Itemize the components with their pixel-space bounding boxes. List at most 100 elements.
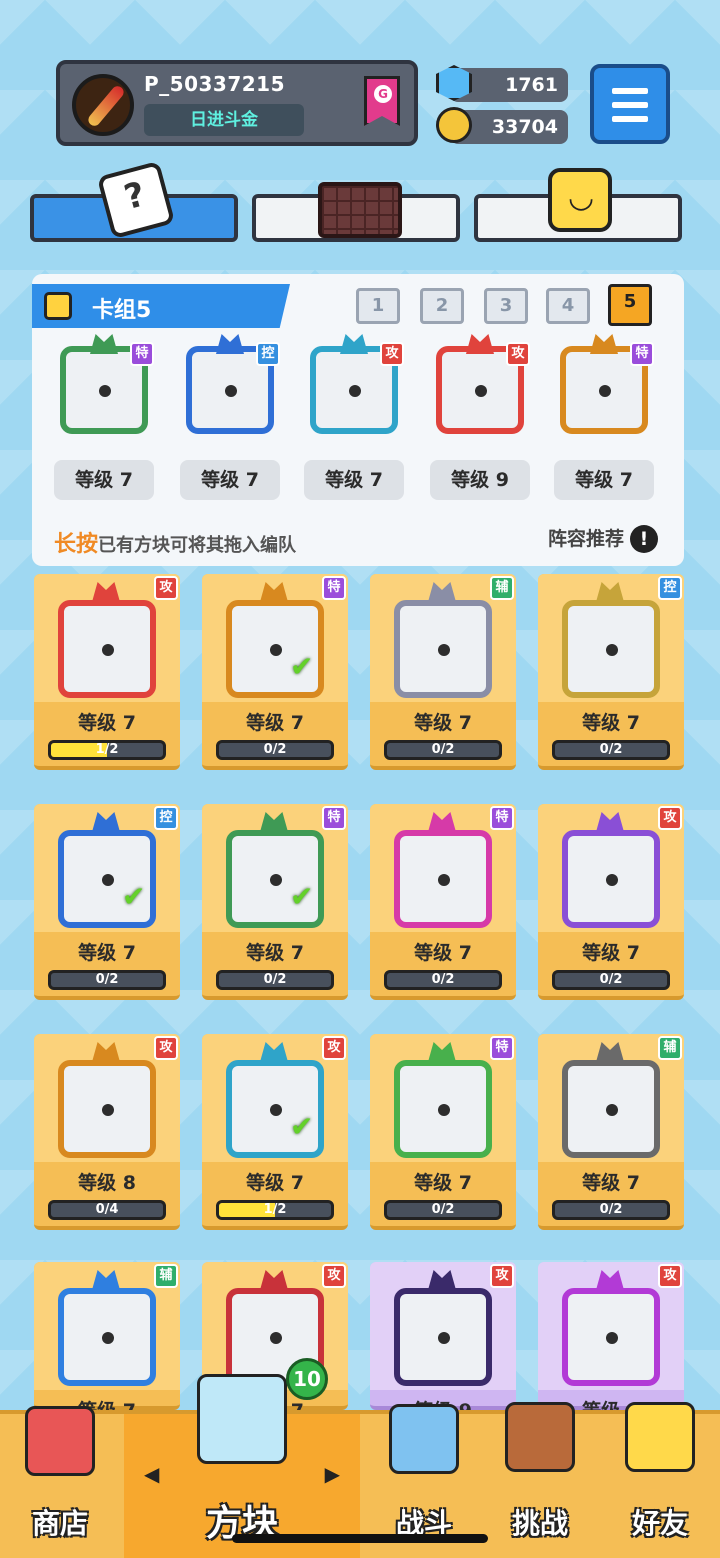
card-level: 等级 7 xyxy=(246,942,304,964)
lineup-recommend-button[interactable]: 阵容推荐! xyxy=(548,524,658,553)
upgrade-progress-bar: 0/2 xyxy=(48,970,166,990)
upgrade-progress-bar: 0/4 xyxy=(48,1200,166,1220)
dragon-crest-icon xyxy=(590,334,618,354)
block-frame-icon xyxy=(394,1288,492,1386)
type-tag: 攻 xyxy=(322,1264,346,1288)
avatar[interactable] xyxy=(72,74,134,136)
deck-slot-4[interactable]: 4 xyxy=(546,288,590,324)
deck-card[interactable]: 攻 xyxy=(304,334,404,438)
dragon-crest-icon xyxy=(216,334,244,354)
block-frame-icon xyxy=(394,1060,492,1158)
arrow-right-icon[interactable]: ▶ xyxy=(325,1462,340,1486)
collection-card[interactable]: 特等级 7 0/2 xyxy=(370,1034,516,1230)
upgrade-progress-bar: 0/2 xyxy=(384,1200,502,1220)
collection-card[interactable]: 控等级 7 0/2 xyxy=(538,574,684,770)
gem-amount: 1761 xyxy=(505,74,558,96)
type-tag: 特 xyxy=(322,806,346,830)
tab-board[interactable] xyxy=(252,182,460,242)
block-frame-icon xyxy=(58,1060,156,1158)
deck-card[interactable]: 特 xyxy=(54,334,154,438)
blocks-badge: 10 xyxy=(286,1358,328,1400)
type-tag: 攻 xyxy=(154,576,178,600)
progress-text: 0/2 xyxy=(431,972,455,987)
menu-button[interactable] xyxy=(590,64,670,144)
rank-badge-icon: G xyxy=(364,76,400,126)
coin-icon xyxy=(436,107,472,143)
block-frame-icon xyxy=(58,830,156,928)
deck-slot-1[interactable]: 1 xyxy=(356,288,400,324)
profile-panel[interactable]: P_50337215 日进斗金 G xyxy=(56,60,418,146)
deck-slot-5[interactable]: 5 xyxy=(608,284,652,326)
nav-shop[interactable]: 商店 xyxy=(0,1406,120,1558)
collection-card[interactable]: 攻等级 7 0/2 xyxy=(538,804,684,1000)
type-tag: 特 xyxy=(490,806,514,830)
block-frame-icon xyxy=(562,600,660,698)
type-tag: 控 xyxy=(658,576,682,600)
menu-bar xyxy=(612,102,648,108)
tab-emote[interactable] xyxy=(474,168,682,242)
shop-icon xyxy=(25,1406,95,1476)
type-tag: 攻 xyxy=(154,1036,178,1060)
recommend-label: 阵容推荐 xyxy=(547,528,624,550)
type-tag: 特 xyxy=(490,1036,514,1060)
drag-hint: 长按已有方块可将其拖入编队 xyxy=(54,526,296,558)
nav-challenge-label: 挑战 xyxy=(511,1507,568,1540)
dragon-crest-icon xyxy=(466,334,494,354)
player-id: P_50337215 xyxy=(144,72,285,96)
collection-card[interactable]: 辅等级 7 xyxy=(34,1262,180,1422)
upgrade-progress-bar: 1/2 xyxy=(48,740,166,760)
collection-card[interactable]: 特 ✔ 等级 7 0/2 xyxy=(202,574,348,770)
collection-card[interactable]: 攻 ✔ 等级 7 1/2 xyxy=(202,1034,348,1230)
deck-name-label[interactable]: 卡组5 xyxy=(32,284,290,328)
rocket-icon xyxy=(85,83,127,129)
friend-icon xyxy=(625,1402,695,1472)
collection-card[interactable]: 攻等级 8 xyxy=(538,1262,684,1422)
collection-card[interactable]: 控 ✔ 等级 7 0/2 xyxy=(34,804,180,1000)
shield-icon xyxy=(389,1404,459,1474)
card-level: 等级 7 xyxy=(246,1172,304,1194)
deck-card[interactable]: 控 xyxy=(180,334,280,438)
upgrade-progress-bar: 0/2 xyxy=(552,970,670,990)
progress-text: 1/2 xyxy=(263,1202,287,1217)
deck-card-level: 等级 7 xyxy=(180,460,280,500)
type-tag: 攻 xyxy=(322,1036,346,1060)
collection-card[interactable]: 特 ✔ 等级 7 0/2 xyxy=(202,804,348,1000)
check-icon: ✔ xyxy=(290,1110,314,1143)
arrow-left-icon[interactable]: ◀ xyxy=(144,1462,159,1486)
block-frame-icon xyxy=(226,830,324,928)
info-icon: ! xyxy=(630,525,658,553)
home-indicator[interactable] xyxy=(232,1534,488,1543)
nav-friends[interactable]: 好友 xyxy=(600,1402,720,1558)
collection-card[interactable]: 攻等级 9 xyxy=(370,1262,516,1422)
gem-icon xyxy=(436,65,472,101)
progress-text: 0/2 xyxy=(431,1202,455,1217)
collection-card[interactable]: 攻等级 7 1/2 xyxy=(34,574,180,770)
board-icon xyxy=(318,182,402,238)
collection-card[interactable]: 攻等级 8 0/4 xyxy=(34,1034,180,1230)
collection-card[interactable]: 辅等级 7 0/2 xyxy=(370,574,516,770)
block-icon xyxy=(197,1374,287,1464)
check-icon: ✔ xyxy=(122,880,146,913)
progress-text: 1/2 xyxy=(95,742,119,757)
card-level: 等级 7 xyxy=(414,712,472,734)
type-tag: 攻 xyxy=(490,1264,514,1288)
hint-highlight: 长按 xyxy=(54,532,99,557)
deck-slot-2[interactable]: 2 xyxy=(420,288,464,324)
check-icon: ✔ xyxy=(290,880,314,913)
dragon-crest-icon xyxy=(340,334,368,354)
hint-text: 已有方块可将其拖入编队 xyxy=(98,535,297,556)
progress-text: 0/2 xyxy=(599,972,623,987)
collection-card[interactable]: 特等级 7 0/2 xyxy=(370,804,516,1000)
upgrade-progress-bar: 0/2 xyxy=(552,740,670,760)
nav-challenge[interactable]: 挑战 xyxy=(484,1402,596,1558)
type-tag: 攻 xyxy=(380,342,404,366)
deck-slot-3[interactable]: 3 xyxy=(484,288,528,324)
collection-card[interactable]: 辅等级 7 0/2 xyxy=(538,1034,684,1230)
type-tag: 控 xyxy=(256,342,280,366)
dice-icon xyxy=(96,160,176,240)
deck-card[interactable]: 攻 xyxy=(430,334,530,438)
upgrade-progress-bar: 1/2 xyxy=(216,1200,334,1220)
tab-dice[interactable] xyxy=(30,160,238,242)
deck-card[interactable]: 特 xyxy=(554,334,654,438)
deck-title: 卡组5 xyxy=(92,298,152,323)
